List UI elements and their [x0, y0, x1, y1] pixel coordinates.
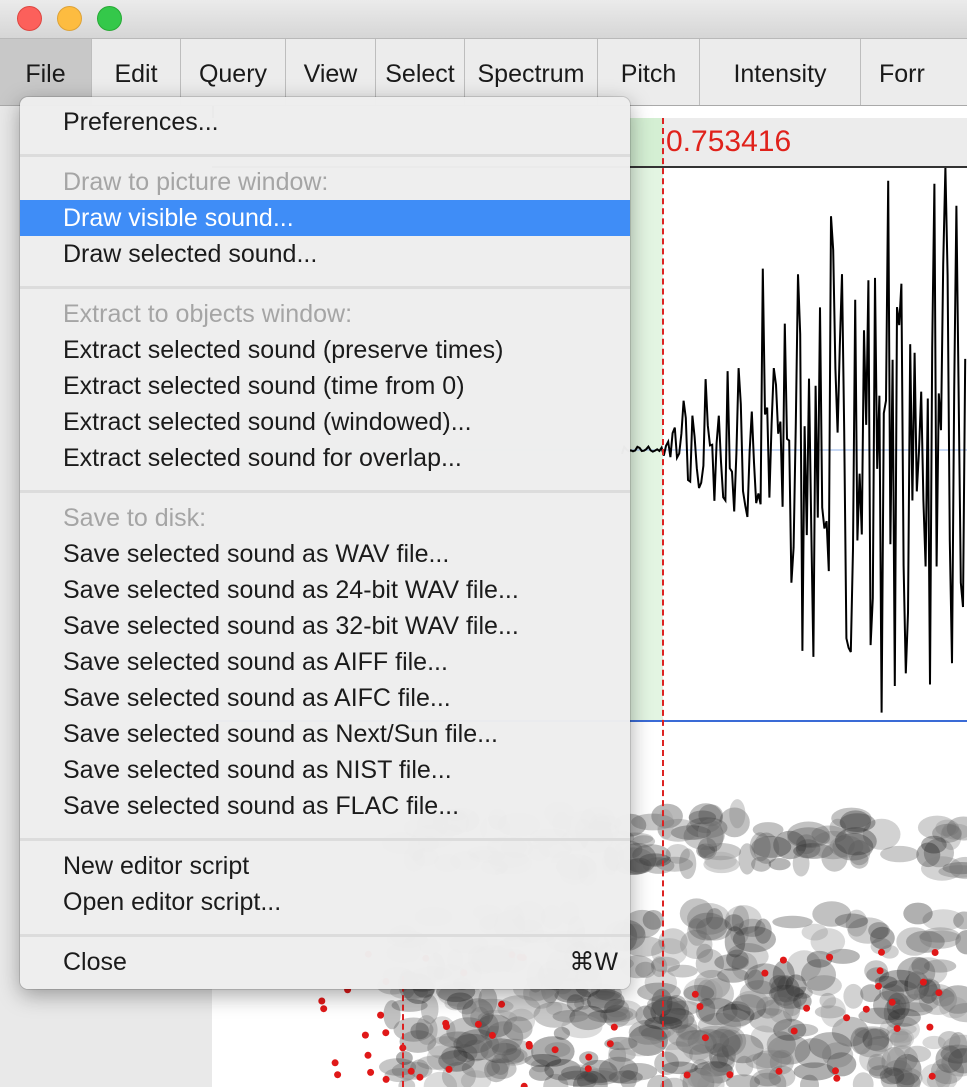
- menu-item-label: Save to disk:: [63, 504, 207, 532]
- menu-separator: [20, 838, 630, 841]
- menu-item-save-selected-sound-as-24-bit-wav-file[interactable]: Save selected sound as 24-bit WAV file..…: [20, 572, 630, 608]
- menu-separator: [20, 490, 630, 493]
- selection-start-line: [402, 976, 404, 1087]
- close-window-icon[interactable]: [17, 6, 42, 31]
- menu-item-draw-selected-sound[interactable]: Draw selected sound...: [20, 236, 630, 272]
- menu-separator: [20, 154, 630, 157]
- menu-item-extract-selected-sound-for-overlap[interactable]: Extract selected sound for overlap...: [20, 440, 630, 476]
- menu-item-open-editor-script[interactable]: Open editor script...: [20, 884, 630, 920]
- menu-item-label: Save selected sound as AIFF file...: [63, 648, 448, 676]
- menu-item-save-selected-sound-as-32-bit-wav-file[interactable]: Save selected sound as 32-bit WAV file..…: [20, 608, 630, 644]
- menu-item-label: Close: [63, 948, 127, 976]
- menu-query[interactable]: Query: [181, 39, 286, 105]
- menu-item-label: New editor script: [63, 852, 250, 880]
- menu-item-draw-visible-sound[interactable]: Draw visible sound...: [20, 200, 630, 236]
- menu-item-extract-selected-sound-windowed[interactable]: Extract selected sound (windowed)...: [20, 404, 630, 440]
- menu-item-label: Draw to picture window:: [63, 168, 329, 196]
- menu-intensity[interactable]: Intensity: [700, 39, 861, 105]
- menu-separator: [20, 286, 630, 289]
- menu-file[interactable]: File: [0, 39, 92, 105]
- selection-ruler-shade: [630, 118, 663, 166]
- menu-item-new-editor-script[interactable]: New editor script: [20, 848, 630, 884]
- menu-item-label: Extract selected sound (windowed)...: [63, 408, 472, 436]
- cursor-time-readout: 0.753416: [666, 125, 792, 158]
- cursor-line: [662, 118, 664, 1087]
- menu-item-save-selected-sound-as-aifc-file[interactable]: Save selected sound as AIFC file...: [20, 680, 630, 716]
- menu-item-preferences[interactable]: Preferences...: [20, 104, 630, 140]
- menu-item-save-selected-sound-as-wav-file[interactable]: Save selected sound as WAV file...: [20, 536, 630, 572]
- menu-item-save-selected-sound-as-flac-file[interactable]: Save selected sound as FLAC file...: [20, 788, 630, 824]
- menu-separator: [20, 934, 630, 937]
- menu-item-label: Extract selected sound for overlap...: [63, 444, 462, 472]
- menu-item-label: Open editor script...: [63, 888, 282, 916]
- menu-section-header: Extract to objects window:: [20, 296, 630, 332]
- menu-item-extract-selected-sound-preserve-times[interactable]: Extract selected sound (preserve times): [20, 332, 630, 368]
- minimize-window-icon[interactable]: [57, 6, 82, 31]
- menu-item-close[interactable]: Close ⌘W: [20, 944, 630, 980]
- menu-shortcut-label: ⌘W: [569, 948, 618, 976]
- file-menu-dropdown: Preferences... Draw to picture window: Dra…: [20, 97, 630, 989]
- menu-item-save-selected-sound-as-nist-file[interactable]: Save selected sound as NIST file...: [20, 752, 630, 788]
- menu-item-label: Save selected sound as 32-bit WAV file..…: [63, 612, 519, 640]
- menu-section-header: Draw to picture window:: [20, 164, 630, 200]
- menu-item-save-selected-sound-as-aiff-file[interactable]: Save selected sound as AIFF file...: [20, 644, 630, 680]
- menu-item-label: Save selected sound as 24-bit WAV file..…: [63, 576, 519, 604]
- menu-item-label: Extract to objects window:: [63, 300, 353, 328]
- menu-item-label: Extract selected sound (preserve times): [63, 336, 504, 364]
- menu-item-label: Save selected sound as Next/Sun file...: [63, 720, 498, 748]
- menu-item-extract-selected-sound-time-from-0[interactable]: Extract selected sound (time from 0): [20, 368, 630, 404]
- title-bar: [0, 0, 967, 39]
- menu-item-label: Save selected sound as WAV file...: [63, 540, 450, 568]
- menu-bar: File Edit Query View Select Spectrum Pitch Inte…: [0, 39, 967, 106]
- menu-item-label: Preferences...: [63, 108, 219, 136]
- menu-item-label: Save selected sound as AIFC file...: [63, 684, 451, 712]
- menu-item-label: Draw selected sound...: [63, 240, 318, 268]
- menu-item-save-selected-sound-as-next-sun-file[interactable]: Save selected sound as Next/Sun file...: [20, 716, 630, 752]
- menu-item-label: Extract selected sound (time from 0): [63, 372, 465, 400]
- menu-item-label: Draw visible sound...: [63, 204, 294, 232]
- menu-view[interactable]: View: [286, 39, 376, 105]
- menu-select[interactable]: Select: [376, 39, 465, 105]
- menu-edit[interactable]: Edit: [92, 39, 181, 105]
- menu-spectrum[interactable]: Spectrum: [465, 39, 598, 105]
- menu-pitch[interactable]: Pitch: [598, 39, 700, 105]
- menu-section-header: Save to disk:: [20, 500, 630, 536]
- menu-forr[interactable]: Forr: [861, 39, 967, 105]
- zoom-window-icon[interactable]: [97, 6, 122, 31]
- menu-item-label: Save selected sound as NIST file...: [63, 756, 452, 784]
- menu-item-label: Save selected sound as FLAC file...: [63, 792, 460, 820]
- waveform-trace: [621, 168, 967, 713]
